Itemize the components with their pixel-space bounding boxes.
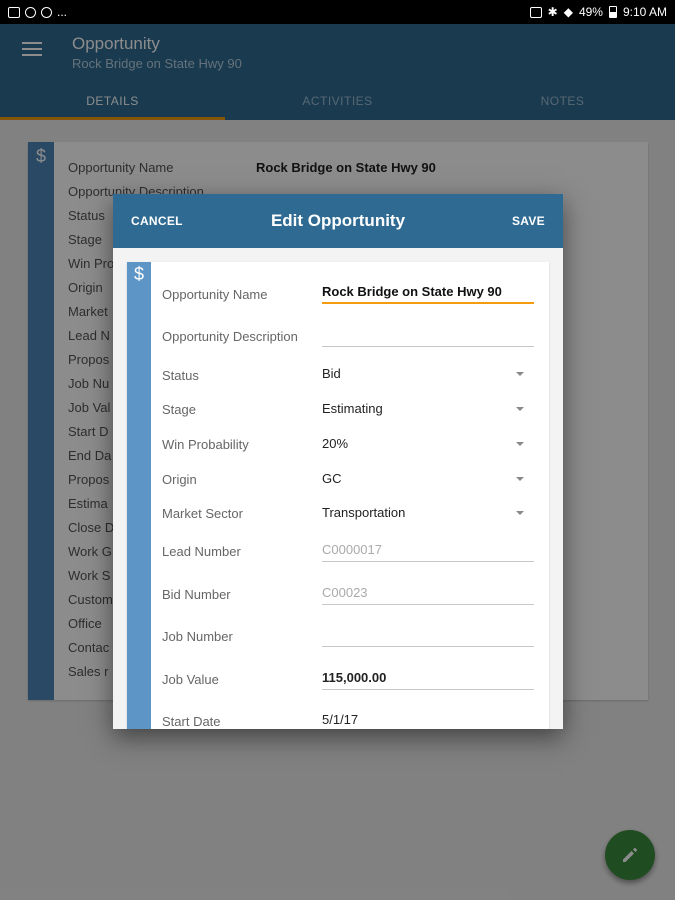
dialog-header: CANCEL Edit Opportunity SAVE bbox=[113, 194, 563, 248]
start-date-input[interactable]: 5/1/17 bbox=[322, 710, 534, 729]
origin-select[interactable]: GC bbox=[322, 471, 534, 493]
dropdown-arrow-icon bbox=[516, 442, 524, 446]
dollar-icon: $ bbox=[133, 264, 144, 284]
status-select[interactable]: Bid bbox=[322, 366, 534, 388]
opportunity-description-label: Opportunity Description bbox=[162, 329, 298, 344]
battery-percent: 49% bbox=[578, 5, 603, 19]
stage-value: Estimating bbox=[322, 401, 383, 416]
opportunity-name-input[interactable]: Rock Bridge on State Hwy 90 bbox=[322, 282, 534, 304]
origin-value: GC bbox=[322, 471, 342, 486]
lead-number-label: Lead Number bbox=[162, 544, 241, 559]
win-probability-label: Win Probability bbox=[162, 437, 249, 452]
status-value: Bid bbox=[322, 366, 341, 381]
job-number-input[interactable] bbox=[322, 625, 534, 647]
lead-number-input: C0000017 bbox=[322, 540, 534, 562]
job-number-label: Job Number bbox=[162, 629, 233, 644]
dialog-title: Edit Opportunity bbox=[270, 211, 406, 230]
dropdown-arrow-icon bbox=[516, 477, 524, 481]
bluetooth-icon: ✱ bbox=[547, 5, 558, 19]
job-value-input[interactable]: 115,000.00 bbox=[322, 668, 534, 690]
stage-select[interactable]: Estimating bbox=[322, 401, 534, 423]
more-notifications: ... bbox=[57, 5, 68, 19]
form-card: $ Opportunity Name Rock Bridge on State … bbox=[127, 262, 549, 729]
sync-icon bbox=[25, 6, 36, 18]
dropdown-arrow-icon bbox=[516, 372, 524, 376]
market-sector-select[interactable]: Transportation bbox=[322, 505, 534, 527]
dropdown-arrow-icon bbox=[516, 407, 524, 411]
win-probability-value: 20% bbox=[322, 436, 349, 451]
stage-label: Stage bbox=[162, 402, 196, 417]
edit-opportunity-dialog: CANCEL Edit Opportunity SAVE $ Opportuni… bbox=[113, 194, 563, 729]
market-sector-value: Transportation bbox=[322, 505, 406, 520]
status-label: Status bbox=[162, 368, 199, 383]
job-value-label: Job Value bbox=[162, 672, 219, 687]
bid-number-input: C00023 bbox=[322, 583, 534, 605]
notification-icon bbox=[8, 6, 20, 18]
cast-icon bbox=[529, 6, 542, 18]
clock: 9:10 AM bbox=[622, 5, 667, 19]
dropdown-arrow-icon bbox=[516, 511, 524, 515]
start-date-label: Start Date bbox=[162, 714, 221, 729]
opportunity-name-label: Opportunity Name bbox=[162, 287, 268, 302]
win-probability-select[interactable]: 20% bbox=[322, 436, 534, 458]
market-sector-label: Market Sector bbox=[162, 506, 243, 521]
bid-number-label: Bid Number bbox=[162, 587, 231, 602]
sync-icon bbox=[41, 6, 52, 18]
wifi-icon: ◆ bbox=[563, 5, 573, 19]
opportunity-description-input[interactable] bbox=[322, 325, 534, 347]
origin-label: Origin bbox=[162, 472, 197, 487]
status-bar: ... ✱ ◆ 49% 9:10 AM bbox=[0, 0, 675, 24]
card-stripe: $ bbox=[127, 262, 151, 729]
battery-icon bbox=[608, 6, 617, 18]
save-button[interactable]: SAVE bbox=[512, 214, 545, 228]
